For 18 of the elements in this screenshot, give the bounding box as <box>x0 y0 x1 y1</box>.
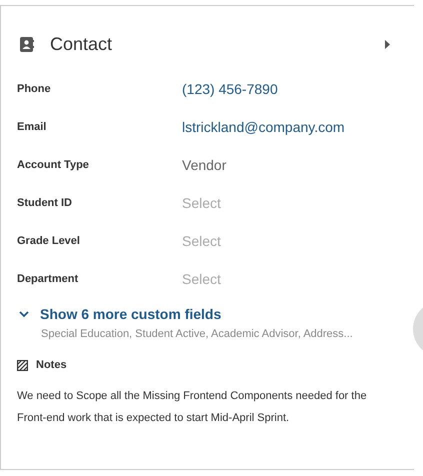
field-link[interactable]: lstrickland@company.com <box>182 119 345 135</box>
field-label: Student ID <box>17 197 73 209</box>
notes-text: We need to Scope all the Missing Frontend Components needed for the Front-end work that is expected to start Mid-April Sprint. <box>17 389 368 426</box>
caret-icon[interactable] <box>384 40 390 48</box>
contact-card-icon <box>20 36 34 52</box>
notes-title: Notes <box>36 359 67 371</box>
field-link[interactable]: (123) 456-7890 <box>182 81 278 97</box>
field-value: Vendor <box>182 157 226 173</box>
chevron-down-icon <box>19 310 29 318</box>
field-label: Account Type <box>17 159 90 171</box>
field-label: Department <box>17 273 80 285</box>
striped-square-icon <box>17 360 28 370</box>
custom-fields-summary: Special Education, Student Active, Academic Advisor, Address... <box>41 328 354 340</box>
field-label: Email <box>17 121 48 133</box>
show-more-link[interactable]: Show 6 more custom fields <box>19 306 222 322</box>
field-label: Phone <box>17 83 52 95</box>
section-title: Contact <box>50 34 114 54</box>
field-label: Grade Level <box>17 235 81 247</box>
